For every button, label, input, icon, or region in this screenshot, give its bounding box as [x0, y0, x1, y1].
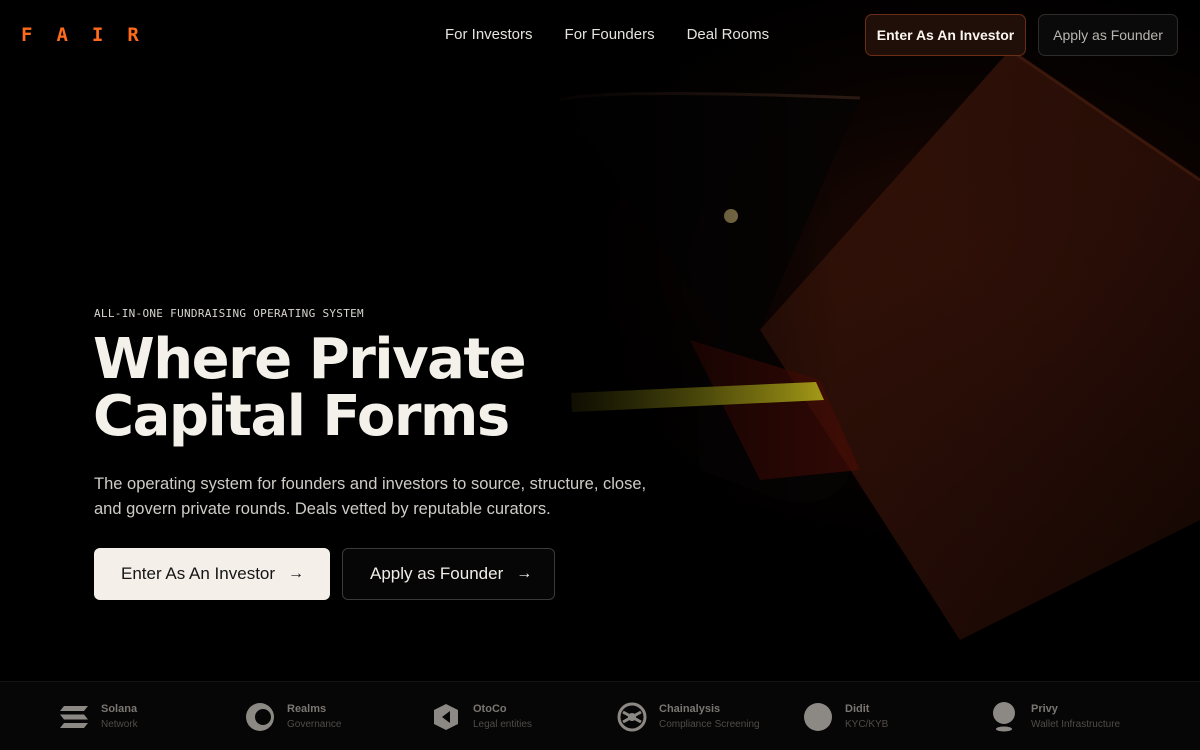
partner-name: Realms — [287, 703, 327, 715]
hero-eyebrow: ALL-IN-ONE FUNDRAISING OPERATING SYSTEM — [94, 307, 364, 320]
partner-privy[interactable]: Privy Wallet Infrastructure — [989, 682, 1120, 750]
partner-name: OtoCo — [473, 703, 507, 715]
enter-investor-label: Enter As An Investor — [121, 564, 276, 583]
partner-role: Legal entities — [473, 719, 532, 730]
partner-name: Didit — [845, 703, 870, 715]
header-apply-founder-button[interactable]: Apply as Founder — [1038, 14, 1178, 56]
arrow-right-icon: → — [516, 565, 533, 582]
fair-logo[interactable]: FAIR — [21, 24, 163, 46]
header-enter-investor-button[interactable]: Enter As An Investor — [865, 14, 1026, 56]
hero-description: The operating system for founders and in… — [94, 475, 647, 518]
apply-founder-button[interactable]: Apply as Founder → — [342, 548, 555, 600]
partner-role: Compliance Screening — [659, 719, 760, 730]
hero-title-line-1: Where Private — [93, 327, 527, 392]
site-header: FAIR For Investors For Founders Deal Roo… — [0, 0, 1200, 70]
partner-name: Solana — [101, 703, 138, 715]
nav-deal-rooms[interactable]: Deal Rooms — [687, 26, 770, 43]
solana-icon — [59, 702, 89, 732]
partner-otoco[interactable]: OtoCo Legal entities — [431, 682, 532, 750]
partner-name: Chainalysis — [659, 703, 721, 715]
partners-strip: Solana Network Realms Governance OtoCo L… — [0, 681, 1200, 750]
main-nav: For Investors For Founders Deal Rooms — [445, 26, 769, 43]
arrow-right-icon: → — [288, 565, 305, 582]
partner-role: Network — [101, 719, 138, 730]
partner-role: KYC/KYB — [845, 719, 889, 730]
partner-realms[interactable]: Realms Governance — [245, 682, 341, 750]
partner-name: Privy — [1031, 703, 1058, 715]
didit-icon — [803, 702, 833, 732]
hero-title: Where Private Capital Forms — [93, 331, 653, 445]
chainalysis-icon — [617, 702, 647, 732]
otoco-icon — [431, 702, 461, 732]
nav-for-founders[interactable]: For Founders — [565, 26, 655, 43]
partner-chainalysis[interactable]: Chainalysis Compliance Screening — [617, 682, 760, 750]
hero-title-line-2: Capital Forms — [93, 384, 510, 449]
enter-investor-button[interactable]: Enter As An Investor → — [94, 548, 330, 600]
nav-for-investors[interactable]: For Investors — [445, 26, 533, 43]
apply-founder-label: Apply as Founder — [370, 564, 504, 583]
partner-solana[interactable]: Solana Network — [59, 682, 138, 750]
partner-role: Wallet Infrastructure — [1031, 719, 1121, 730]
realms-icon — [245, 702, 275, 732]
privy-icon — [989, 701, 1019, 732]
partner-role: Governance — [287, 719, 342, 730]
partner-didit[interactable]: Didit KYC/KYB — [803, 682, 888, 750]
